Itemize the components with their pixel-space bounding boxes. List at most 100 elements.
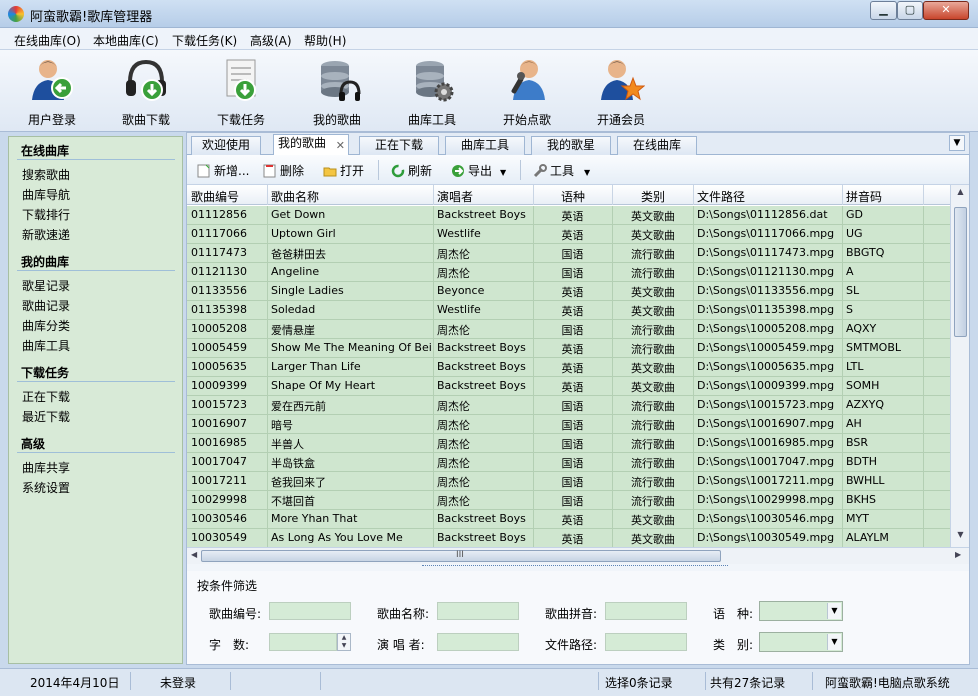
table-row[interactable]: 10005459 Show Me The Meaning Of Being Lon…	[187, 339, 950, 358]
cell-divider	[923, 263, 924, 282]
sidebar-item-system-settings[interactable]: 系统设置	[22, 479, 70, 496]
column-divider[interactable]	[923, 185, 924, 205]
vertical-scrollbar[interactable]: ▲ ▼	[950, 185, 969, 547]
table-row[interactable]: 10005635 Larger Than Life Backstreet Boys 英…	[187, 358, 950, 377]
col-pinyin[interactable]: 拼音码	[846, 188, 882, 205]
sidebar-item-downloading[interactable]: 正在下载	[22, 388, 70, 405]
start-karaoke-button[interactable]: 开始点歌	[487, 54, 567, 130]
sidebar-item-download-rank[interactable]: 下载排行	[22, 206, 70, 223]
sidebar-item-library-share[interactable]: 曲库共享	[22, 459, 70, 476]
tab-library-tools[interactable]: 曲库工具	[445, 136, 525, 155]
table-row[interactable]: 10016985 半兽人 周杰伦 国语 流行歌曲 D:\Songs\10016985.mp…	[187, 434, 950, 453]
scroll-right-icon[interactable]: ▶	[955, 550, 961, 559]
column-divider[interactable]	[693, 185, 694, 205]
open-button[interactable]: 打开	[323, 162, 364, 180]
user-login-button[interactable]: 用户登录	[12, 54, 92, 130]
table-row[interactable]: 01133556 Single Ladies Beyonce 英语 英文歌曲 D:\Son…	[187, 282, 950, 301]
column-divider[interactable]	[533, 185, 534, 205]
vip-member-button[interactable]: 开通会员	[581, 54, 661, 130]
table-row[interactable]: 10009399 Shape Of My Heart Backstreet Boys…	[187, 377, 950, 396]
col-file-path[interactable]: 文件路径	[697, 188, 745, 205]
filter-category-select[interactable]: ▼	[759, 632, 843, 652]
tab-online-library[interactable]: 在线曲库	[617, 136, 697, 155]
filter-singer-input[interactable]	[437, 633, 519, 651]
column-divider[interactable]	[612, 185, 613, 205]
tab-welcome[interactable]: 欢迎使用	[191, 136, 261, 155]
column-divider[interactable]	[842, 185, 843, 205]
table-row[interactable]: 10017211 爸我回来了 周杰伦 国语 流行歌曲 D:\Songs\10017211.…	[187, 472, 950, 491]
minimize-button[interactable]: ▁	[870, 1, 897, 20]
scroll-up-icon[interactable]: ▲	[954, 187, 967, 201]
tab-my-stars[interactable]: 我的歌星	[531, 136, 611, 155]
table-row[interactable]: 10017047 半岛铁盒 周杰伦 国语 流行歌曲 D:\Songs\10017047.m…	[187, 453, 950, 472]
column-divider[interactable]	[433, 185, 434, 205]
table-row[interactable]: 10030549 As Long As You Love Me Backstreet…	[187, 529, 950, 547]
filter-song-id-input[interactable]	[269, 602, 351, 620]
table-row[interactable]: 01112856 Get Down Backstreet Boys 英语 英文歌曲 D:\…	[187, 206, 950, 225]
menu-local-library[interactable]: 本地曲库(C)	[93, 32, 159, 49]
chevron-down-icon[interactable]: ▼	[827, 603, 841, 619]
scroll-left-icon[interactable]: ◀	[191, 550, 197, 559]
song-download-button[interactable]: 歌曲下载	[106, 54, 186, 130]
horizontal-scroll-thumb[interactable]: III	[201, 550, 721, 562]
download-task-button[interactable]: 下载任务	[201, 54, 281, 130]
menu-download-tasks[interactable]: 下载任务(K)	[172, 32, 237, 49]
sidebar-item-new-songs[interactable]: 新歌速递	[22, 226, 70, 243]
tab-dropdown-icon[interactable]: ▼	[949, 135, 965, 151]
close-button[interactable]: ✕	[923, 1, 969, 20]
col-singer[interactable]: 演唱者	[437, 188, 473, 205]
cell-language: 英语	[561, 362, 584, 375]
sidebar-item-song-records[interactable]: 歌曲记录	[22, 297, 70, 314]
word-count-spinner[interactable]: ▲ ▼	[337, 633, 351, 651]
sidebar-item-library-nav[interactable]: 曲库导航	[22, 186, 70, 203]
sidebar-item-star-records[interactable]: 歌星记录	[22, 277, 70, 294]
sidebar-item-search-songs[interactable]: 搜索歌曲	[22, 166, 70, 183]
col-song-id[interactable]: 歌曲编号	[191, 188, 239, 205]
menu-help[interactable]: 帮助(H)	[304, 32, 346, 49]
filter-song-name-input[interactable]	[437, 602, 519, 620]
horizontal-scrollbar[interactable]: ◀ III ▶	[187, 547, 969, 564]
my-songs-button[interactable]: 我的歌曲	[297, 54, 377, 130]
maximize-button[interactable]: ▢	[897, 1, 923, 20]
col-song-name[interactable]: 歌曲名称	[271, 188, 319, 205]
sidebar-item-recent-downloads[interactable]: 最近下载	[22, 408, 70, 425]
sidebar-item-library-tools[interactable]: 曲库工具	[22, 337, 70, 354]
cell-divider	[433, 282, 434, 301]
new-button[interactable]: 新增...	[197, 162, 249, 180]
menu-advanced[interactable]: 高级(A)	[250, 32, 292, 49]
filter-word-count-input[interactable]	[269, 633, 337, 651]
col-category[interactable]: 类别	[641, 188, 665, 205]
table-row[interactable]: 10005208 爱情悬崖 周杰伦 国语 流行歌曲 D:\Songs\10005208.m…	[187, 320, 950, 339]
tools-dropdown-icon[interactable]: ▼	[584, 168, 590, 177]
delete-button[interactable]: 删除	[263, 162, 304, 180]
export-dropdown-icon[interactable]: ▼	[500, 168, 506, 177]
tab-downloading[interactable]: 正在下载	[359, 136, 439, 155]
refresh-button[interactable]: 刷新	[391, 162, 432, 180]
table-row[interactable]: 10015723 爱在西元前 周杰伦 国语 流行歌曲 D:\Songs\10015723.…	[187, 396, 950, 415]
tab-my-songs[interactable]: 我的歌曲 ✕	[273, 134, 349, 156]
chevron-down-icon[interactable]: ▼	[827, 634, 841, 650]
tab-close-icon[interactable]: ✕	[336, 137, 345, 154]
table-row[interactable]: 01121130 Angeline 周杰伦 国语 流行歌曲 D:\Songs\011211…	[187, 263, 950, 282]
column-divider[interactable]	[267, 185, 268, 205]
cell-pinyin: A	[846, 265, 854, 278]
table-row[interactable]: 01117066 Uptown Girl Westlife 英语 英文歌曲 D:\Song…	[187, 225, 950, 244]
table-row[interactable]: 01117473 爸爸耕田去 周杰伦 国语 流行歌曲 D:\Songs\01117473.…	[187, 244, 950, 263]
sidebar-item-library-category[interactable]: 曲库分类	[22, 317, 70, 334]
cell-divider	[267, 491, 268, 510]
table-row[interactable]: 10030546 More Yhan That Backstreet Boys 英语 英…	[187, 510, 950, 529]
filter-pinyin-input[interactable]	[605, 602, 687, 620]
vertical-scroll-thumb[interactable]	[954, 207, 967, 337]
table-row[interactable]: 10029998 不堪回首 周杰伦 国语 流行歌曲 D:\Songs\10029998.m…	[187, 491, 950, 510]
filter-file-path-input[interactable]	[605, 633, 687, 651]
library-tools-button[interactable]: 曲库工具	[392, 54, 472, 130]
export-button[interactable]: 导出 ▼	[451, 162, 506, 180]
table-row[interactable]: 10016907 暗号 周杰伦 国语 流行歌曲 D:\Songs\10016907.mpg…	[187, 415, 950, 434]
filter-language-select[interactable]: ▼	[759, 601, 843, 621]
filter-category-label: 类 别:	[713, 638, 754, 652]
table-row[interactable]: 01135398 Soledad Westlife 英语 英文歌曲 D:\Songs\01…	[187, 301, 950, 320]
menu-online-library[interactable]: 在线曲库(O)	[14, 32, 81, 49]
tools-button[interactable]: 工具 ▼	[533, 162, 590, 180]
scroll-down-icon[interactable]: ▼	[954, 530, 967, 544]
col-language[interactable]: 语种	[561, 188, 585, 205]
